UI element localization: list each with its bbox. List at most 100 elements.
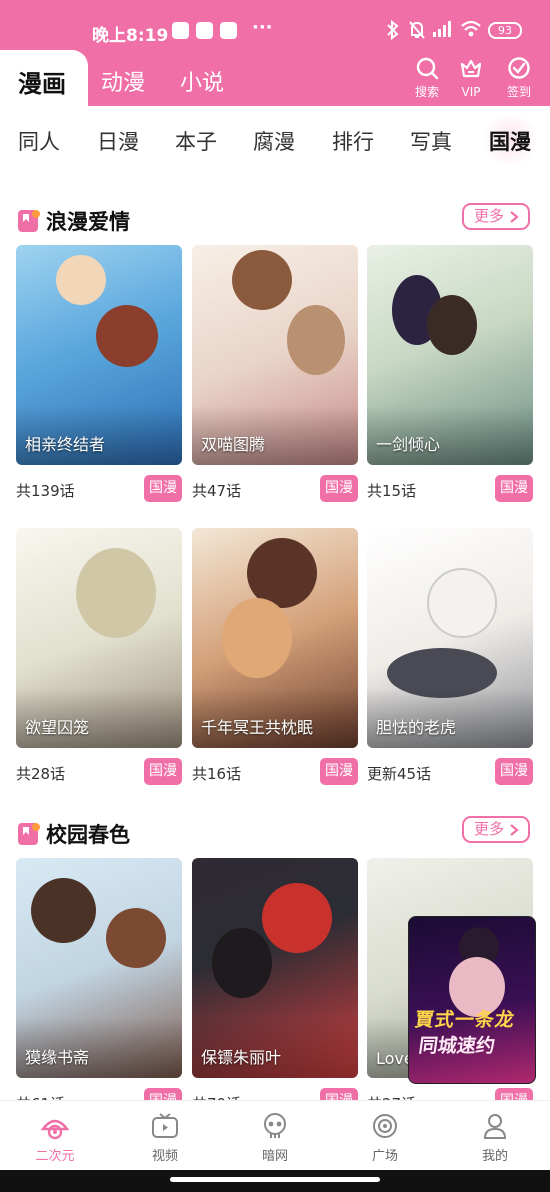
nav-plaza[interactable]: 广场	[350, 1111, 420, 1164]
nav-label: 我的	[481, 1149, 508, 1164]
category-tab[interactable]: 腐漫	[253, 126, 295, 156]
comic-title: 獏缘书斋	[25, 1048, 90, 1067]
comic-card[interactable]: 相亲终结者 共139话 国漫	[16, 245, 182, 505]
comic-cover: 欲望囚笼	[16, 528, 182, 748]
chevron-right-icon	[510, 211, 519, 223]
category-tab[interactable]: 日漫	[97, 126, 139, 156]
status-time: 晚上8:19	[92, 26, 169, 46]
episode-count: 共139话	[16, 482, 75, 500]
character-art	[262, 883, 332, 953]
genre-tag: 国漫	[144, 475, 182, 502]
comic-cover: 千年冥王共枕眠	[192, 528, 358, 748]
comic-meta: 更新45话 国漫	[367, 748, 533, 788]
checkin-label: 签到	[506, 85, 531, 99]
chevron-right-icon	[510, 824, 519, 836]
bookmark-icon	[18, 823, 40, 845]
genre-tag: 国漫	[320, 758, 358, 785]
comic-card[interactable]: 千年冥王共枕眠 共16话 国漫	[192, 528, 358, 788]
comic-title: 保镖朱丽叶	[201, 1048, 282, 1067]
tab-comics[interactable]: 漫画	[0, 50, 88, 106]
comic-meta: 共47话 国漫	[192, 465, 358, 505]
bottom-nav: 二次元 视频 暗网 广场 我的	[0, 1100, 550, 1170]
checkin-button[interactable]: 签到	[499, 54, 539, 100]
nav-darkweb[interactable]: 暗网	[240, 1111, 310, 1164]
character-art	[76, 548, 156, 638]
episode-count: 共16话	[192, 765, 242, 783]
episode-count: 共47话	[192, 482, 242, 500]
bluetooth-icon	[387, 20, 399, 40]
comic-meta: 共16话 国漫	[192, 748, 358, 788]
nav-video[interactable]: 视频	[130, 1111, 200, 1164]
comic-card[interactable]: 欲望囚笼 共28话 国漫	[16, 528, 182, 788]
wifi-icon	[461, 20, 481, 37]
character-art	[212, 928, 272, 998]
notification-icon	[172, 22, 189, 39]
comic-card[interactable]: 胆怯的老虎 更新45话 国漫	[367, 528, 533, 788]
comic-title: 胆怯的老虎	[376, 718, 457, 737]
nav-mine[interactable]: 我的	[460, 1111, 530, 1164]
tv-icon	[152, 1113, 178, 1138]
more-button[interactable]: 更多	[462, 816, 530, 843]
tab-anime[interactable]: 动漫	[101, 65, 145, 97]
genre-tag: 国漫	[144, 758, 182, 785]
comic-cover: 保镖朱丽叶	[192, 858, 358, 1078]
ad-subline: 同城速约	[417, 1035, 497, 1057]
comic-card[interactable]: 獏缘书斋 共61话 国漫	[16, 858, 182, 1118]
character-art	[106, 908, 166, 968]
vip-button[interactable]: VIP	[451, 54, 491, 100]
app: 晚上8:19 ··· 93 漫画 动漫 小说 搜索 VIP 签到 同人 日漫 本…	[0, 0, 550, 1192]
floating-ad[interactable]: 賈式一条龙 同城速约	[408, 916, 536, 1084]
nav-label: 暗网	[261, 1149, 288, 1164]
category-tab-active[interactable]: 国漫	[489, 126, 531, 156]
category-tabs: 同人 日漫 本子 腐漫 排行 写真 国漫	[0, 106, 550, 170]
more-label: 更多	[474, 207, 505, 225]
comic-meta: 共139话 国漫	[16, 465, 182, 505]
character-art	[56, 255, 106, 305]
episode-count: 共15话	[367, 482, 417, 500]
home-indicator[interactable]	[170, 1177, 380, 1182]
status-bar: 晚上8:19 ··· 93	[0, 0, 550, 50]
character-art	[427, 568, 497, 638]
nav-label: 广场	[371, 1149, 398, 1164]
profile-icon	[483, 1114, 507, 1139]
vip-label: VIP	[461, 85, 481, 99]
header: 晚上8:19 ··· 93 漫画 动漫 小说 搜索 VIP 签到	[0, 0, 550, 106]
signal-icon	[433, 21, 451, 37]
gesture-bar	[0, 1170, 550, 1192]
notification-icon	[220, 22, 237, 39]
category-tab[interactable]: 排行	[332, 126, 374, 156]
comic-cover: 相亲终结者	[16, 245, 182, 465]
genre-tag: 国漫	[495, 758, 533, 785]
section-header: 浪漫爱情 更多	[0, 200, 550, 248]
episode-count: 更新45话	[367, 765, 432, 783]
search-icon	[416, 57, 439, 80]
genre-tag: 国漫	[320, 475, 358, 502]
search-button[interactable]: 搜索	[407, 54, 447, 100]
vip-crown-icon	[460, 59, 482, 78]
comic-meta: 共15话 国漫	[367, 465, 533, 505]
character-art	[222, 598, 292, 678]
character-art	[232, 250, 292, 310]
more-notifications-icon: ···	[252, 17, 273, 38]
comic-card[interactable]: 一剑倾心 共15话 国漫	[367, 245, 533, 505]
genre-tag: 国漫	[495, 475, 533, 502]
more-button[interactable]: 更多	[462, 203, 530, 230]
nav-anime-world[interactable]: 二次元	[20, 1111, 90, 1164]
bookmark-icon	[18, 210, 40, 232]
comic-card[interactable]: 双喵图腾 共47话 国漫	[192, 245, 358, 505]
character-art	[96, 305, 158, 367]
nav-label: 二次元	[35, 1149, 75, 1164]
comic-cover: 獏缘书斋	[16, 858, 182, 1078]
category-tab[interactable]: 写真	[410, 126, 452, 156]
category-tab[interactable]: 同人	[18, 126, 60, 156]
search-label: 搜索	[414, 85, 439, 99]
tab-novel[interactable]: 小说	[180, 65, 224, 97]
character-art	[427, 295, 477, 355]
section-title: 校园春色	[46, 823, 130, 847]
category-tab[interactable]: 本子	[175, 126, 217, 156]
episode-count: 共28话	[16, 765, 66, 783]
acgn-icon	[40, 1119, 70, 1140]
comic-title: 千年冥王共枕眠	[201, 718, 314, 737]
comic-cover: 一剑倾心	[367, 245, 533, 465]
comic-card[interactable]: 保镖朱丽叶 共70话 国漫	[192, 858, 358, 1118]
